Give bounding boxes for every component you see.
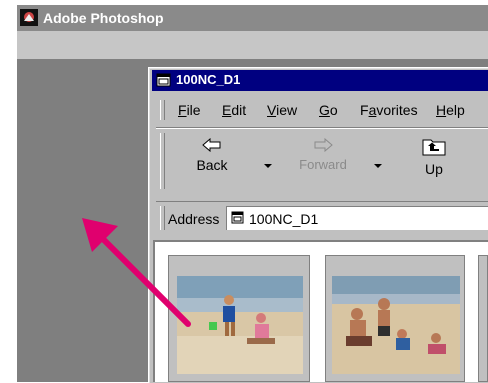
folder-icon: [231, 211, 245, 225]
photoshop-titlebar: Adobe Photoshop: [17, 5, 488, 31]
up-label: Up: [425, 161, 443, 177]
thumbnail-item[interactable]: [325, 255, 465, 382]
forward-label: Forward: [299, 157, 347, 172]
menu-help[interactable]: Help: [436, 102, 465, 118]
toolbar-grip[interactable]: [160, 133, 165, 189]
back-arrow-icon: [202, 137, 222, 153]
photoshop-title: Adobe Photoshop: [43, 10, 164, 26]
address-value: 100NC_D1: [249, 211, 319, 227]
back-label: Back: [196, 157, 228, 173]
back-button[interactable]: Back: [186, 137, 238, 173]
forward-dropdown-arrow[interactable]: [374, 164, 382, 168]
back-dropdown-arrow[interactable]: [264, 164, 272, 168]
explorer-addressbar: Address 100NC_D1: [156, 201, 488, 234]
thumbnail-item[interactable]: [478, 255, 488, 382]
photoshop-app-icon[interactable]: [20, 9, 38, 26]
menu-go[interactable]: Go: [319, 102, 338, 118]
menu-file[interactable]: File: [178, 102, 201, 118]
explorer-toolbar: Back Forward Up: [156, 127, 488, 196]
address-field[interactable]: 100NC_D1: [226, 206, 488, 230]
thumbnail-image: [177, 276, 303, 374]
up-folder-icon: [421, 136, 447, 156]
menu-edit[interactable]: Edit: [222, 102, 246, 118]
up-button[interactable]: Up: [414, 136, 454, 177]
photoshop-menubar: [17, 31, 488, 59]
menu-favorites[interactable]: Favorites: [360, 102, 418, 118]
forward-arrow-icon: [313, 137, 333, 153]
thumbnail-image: [332, 276, 460, 374]
menu-view[interactable]: View: [267, 102, 297, 118]
explorer-menubar: File Edit View Go Favorites Help: [156, 97, 488, 123]
explorer-title: 100NC_D1: [176, 72, 241, 87]
pink-arrow-pointer: [82, 218, 191, 327]
folder-icon: [156, 73, 172, 88]
menubar-grip[interactable]: [160, 100, 165, 120]
explorer-titlebar[interactable]: 100NC_D1: [152, 70, 488, 91]
forward-button[interactable]: Forward: [292, 137, 354, 172]
